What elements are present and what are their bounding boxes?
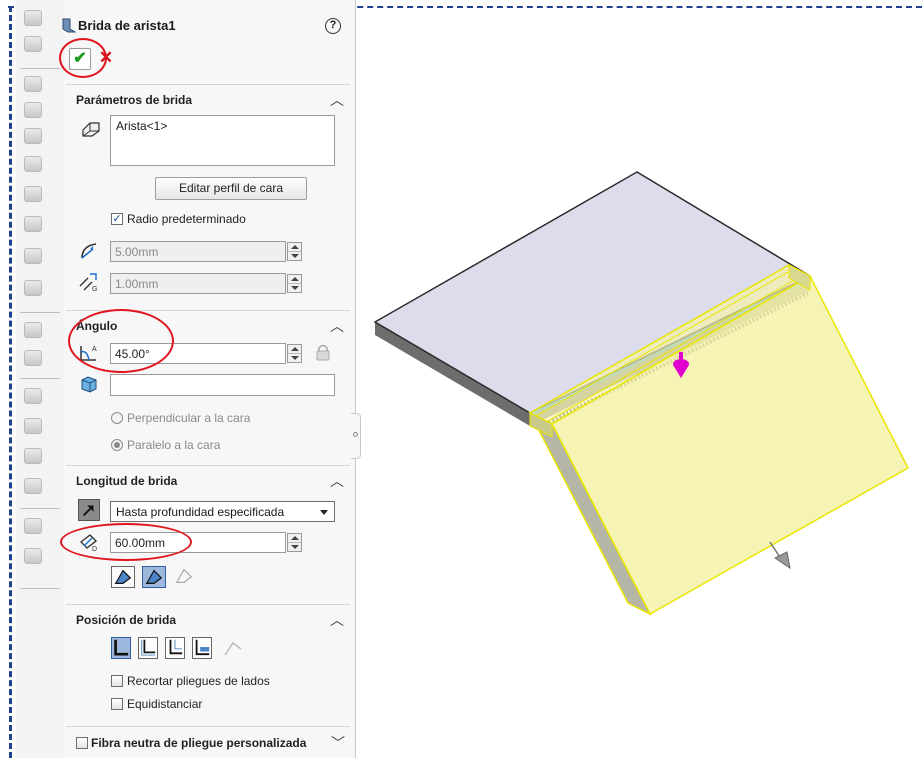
edge-flange-feature-icon xyxy=(62,18,76,33)
perpendicular-radio[interactable] xyxy=(111,412,123,424)
toolbar-tool-icon[interactable] xyxy=(24,418,42,434)
parallel-label: Paralelo a la cara xyxy=(127,438,221,452)
arrow-up-right-icon xyxy=(82,505,94,517)
ok-highlight-ring xyxy=(59,38,107,78)
edge-selection-icon xyxy=(82,122,100,137)
section-divider xyxy=(66,726,350,727)
list-item[interactable]: Arista<1> xyxy=(116,119,329,133)
section-divider xyxy=(66,465,350,466)
bend-outside-button[interactable] xyxy=(165,637,185,659)
chevron-up-icon[interactable]: ︿ xyxy=(330,613,344,627)
toolbar-separator xyxy=(20,68,60,69)
angle-spinner[interactable] xyxy=(287,344,302,363)
thickness-field[interactable]: 1.00mm xyxy=(110,273,286,294)
svg-text:G: G xyxy=(92,286,97,292)
toolbar-separator xyxy=(20,378,60,379)
thickness-spinner[interactable] xyxy=(287,274,302,293)
material-inside-button[interactable] xyxy=(111,637,131,659)
tangent-to-bend-button[interactable] xyxy=(221,637,243,659)
toolbar-tool-icon[interactable] xyxy=(24,186,42,202)
offset-label: Equidistanciar xyxy=(127,697,203,711)
chevron-up-icon[interactable]: ︿ xyxy=(330,474,344,488)
toolbar-tool-icon[interactable] xyxy=(24,548,42,564)
graphics-viewport[interactable] xyxy=(362,0,922,758)
section-title-length[interactable]: Longitud de brida xyxy=(76,474,177,488)
toolbar-tool-icon[interactable] xyxy=(24,350,42,366)
trim-side-bends-checkbox[interactable] xyxy=(111,675,123,687)
bend-from-virtual-sharp-button[interactable] xyxy=(192,637,212,659)
edges-selection-list[interactable]: Arista<1> xyxy=(110,115,335,166)
thickness-icon: G xyxy=(79,273,97,292)
default-radius-label: Radio predeterminado xyxy=(127,212,246,226)
panel-collapse-handle[interactable] xyxy=(351,413,361,459)
toolbar-tool-icon[interactable] xyxy=(24,280,42,296)
radius-spinner[interactable] xyxy=(287,242,302,261)
section-title-params[interactable]: Parámetros de brida xyxy=(76,93,192,107)
tangent-bend-icon xyxy=(175,568,193,583)
material-outside-button[interactable] xyxy=(138,637,158,659)
offset-checkbox[interactable] xyxy=(111,698,123,710)
tangent-to-bend-icon xyxy=(224,641,242,656)
selection-dashed-border-left xyxy=(9,6,12,758)
edit-profile-button[interactable]: Editar perfil de cara xyxy=(155,177,307,200)
help-icon[interactable]: ? xyxy=(325,18,341,34)
toolbar-tool-icon[interactable] xyxy=(24,248,42,264)
toolbar-tool-icon[interactable] xyxy=(24,102,42,118)
material-outside-icon xyxy=(141,639,156,656)
inner-virtual-sharp-icon xyxy=(145,569,163,584)
default-radius-checkbox[interactable]: ✓ xyxy=(111,213,123,225)
toolbar-tool-icon[interactable] xyxy=(24,448,42,464)
chevron-up-icon[interactable]: ︿ xyxy=(330,93,344,107)
section-divider xyxy=(66,604,350,605)
handle-dot xyxy=(353,432,358,437)
inner-virtual-sharp-button[interactable] xyxy=(142,566,166,588)
toolbar-tool-icon[interactable] xyxy=(24,518,42,534)
dropdown-arrow-icon xyxy=(320,510,328,515)
chevron-down-icon[interactable]: ﹀ xyxy=(331,736,345,750)
bend-virtual-sharp-icon xyxy=(195,639,210,656)
trim-side-bends-label: Recortar pliegues de lados xyxy=(127,674,270,688)
outer-virtual-sharp-icon xyxy=(114,569,132,584)
toolbar-separator xyxy=(20,508,60,509)
section-divider xyxy=(66,84,350,85)
neutral-fiber-checkbox[interactable] xyxy=(76,737,88,749)
toolbar-separator xyxy=(20,312,60,313)
toolbar-tool-icon[interactable] xyxy=(24,322,42,338)
bend-outside-icon xyxy=(169,639,183,655)
toolbar-tool-icon[interactable] xyxy=(24,10,42,26)
parallel-radio[interactable] xyxy=(111,439,123,451)
reference-face-field[interactable] xyxy=(110,374,335,396)
toolbar-separator xyxy=(20,588,60,589)
outer-virtual-sharp-button[interactable] xyxy=(111,566,135,588)
tangent-bend-button[interactable] xyxy=(173,566,197,588)
section-title-position[interactable]: Posición de brida xyxy=(76,613,176,627)
select-value: Hasta profundidad especificada xyxy=(116,505,285,519)
perpendicular-label: Perpendicular a la cara xyxy=(127,411,251,425)
toolbar-tool-icon[interactable] xyxy=(24,388,42,404)
lock-icon[interactable] xyxy=(314,343,332,362)
toolbar-tool-icon[interactable] xyxy=(24,36,42,52)
reverse-direction-button[interactable] xyxy=(78,499,100,521)
material-inside-icon xyxy=(114,639,129,656)
bend-radius-field[interactable]: 5.00mm xyxy=(110,241,286,262)
neutral-fiber-label: Fibra neutra de pliegue personalizada xyxy=(91,736,307,750)
drag-handle-knob[interactable] xyxy=(673,359,689,369)
toolbar-tool-icon[interactable] xyxy=(24,478,42,494)
toolbar-tool-icon[interactable] xyxy=(24,216,42,232)
toolbar-tool-icon[interactable] xyxy=(24,76,42,92)
length-highlight-ring xyxy=(60,523,192,561)
toolbar-tool-icon[interactable] xyxy=(24,128,42,144)
angle-highlight-ring xyxy=(68,309,174,373)
reference-face-icon xyxy=(81,376,97,393)
bend-radius-icon xyxy=(81,243,97,259)
toolbar-tool-icon[interactable] xyxy=(24,156,42,172)
feature-title: Brida de arista1 xyxy=(78,18,176,33)
end-condition-select[interactable]: Hasta profundidad especificada xyxy=(110,501,335,522)
length-spinner[interactable] xyxy=(287,533,302,552)
feature-toolbar-strip xyxy=(16,0,64,758)
chevron-up-icon[interactable]: ︿ xyxy=(330,319,344,333)
